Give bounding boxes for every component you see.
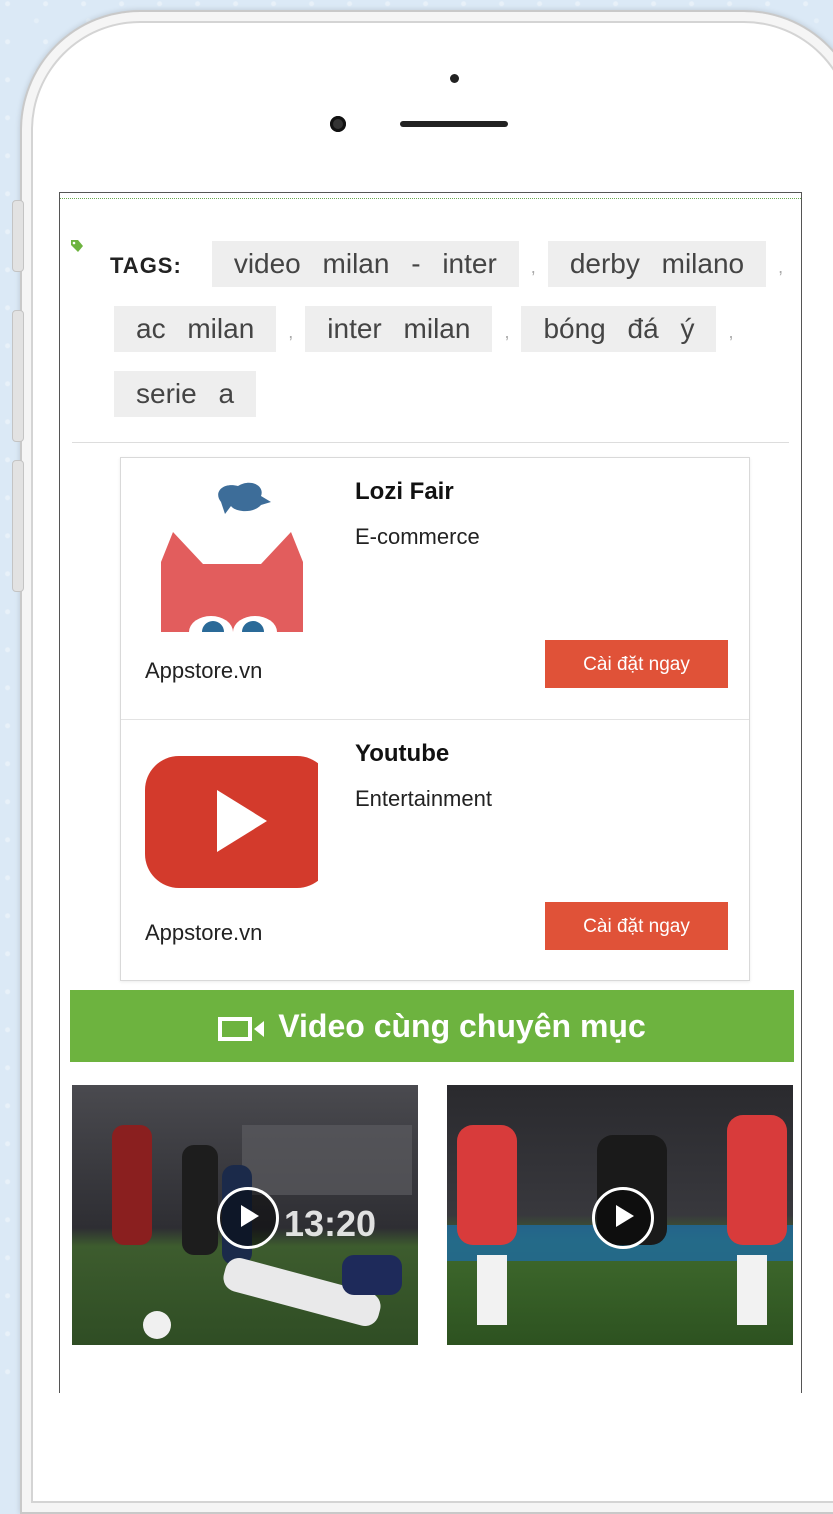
tags-label: TAGS:: [110, 253, 182, 278]
tag-separator: ,: [728, 322, 734, 342]
tag-link[interactable]: derby milano: [547, 241, 767, 287]
tag-separator: ,: [288, 322, 294, 342]
youtube-play-icon: [145, 756, 318, 888]
video-thumbnail[interactable]: 13:20: [72, 1085, 418, 1345]
tag-link[interactable]: bóng đá ý: [521, 306, 717, 352]
front-camera: [330, 116, 346, 132]
install-button[interactable]: Cài đặt ngay: [545, 640, 728, 688]
install-button[interactable]: Cài đặt ngay: [545, 902, 728, 950]
app-source: Appstore.vn: [145, 920, 263, 945]
app-ad-lozi[interactable]: Lozi Fair E-commerce Appstore.vn Cài đặt…: [121, 458, 749, 720]
tags-list: TAGS: video milan - inter, derby milano , ac…: [110, 233, 800, 425]
dotted-divider: [60, 198, 801, 199]
tag-link[interactable]: video milan - inter: [211, 241, 519, 287]
related-video-header: Video cùng chuyên mục: [70, 990, 794, 1062]
app-ads-box: Lozi Fair E-commerce Appstore.vn Cài đặt…: [120, 457, 750, 981]
play-icon[interactable]: [217, 1187, 279, 1249]
related-video-title: Video cùng chuyên mục: [278, 1008, 646, 1044]
app-name: Lozi Fair: [355, 478, 454, 505]
tag-separator: ,: [504, 322, 510, 342]
lozi-cat-icon: [161, 482, 303, 632]
app-category: Entertainment: [355, 786, 492, 811]
earpiece-speaker: [400, 121, 508, 127]
tag-link[interactable]: inter milan: [305, 306, 493, 352]
section-divider: [72, 442, 789, 443]
video-thumbnail[interactable]: [447, 1085, 793, 1345]
proximity-sensor: [450, 74, 459, 83]
app-ad-youtube[interactable]: Youtube Entertainment Appstore.vn Cài đặ…: [121, 720, 749, 981]
volume-up-button: [12, 310, 24, 442]
play-icon[interactable]: [592, 1187, 654, 1249]
phone-screen: TAGS: video milan - inter, derby milano , ac…: [59, 192, 802, 1393]
app-name: Youtube: [355, 740, 450, 767]
mute-switch: [12, 200, 24, 272]
tag-separator: ,: [530, 257, 536, 277]
tag-link[interactable]: ac milan: [114, 306, 277, 352]
app-source: Appstore.vn: [145, 658, 263, 683]
tag-link[interactable]: serie a: [114, 371, 257, 417]
scoreboard-text: 13:20: [284, 1203, 377, 1244]
app-category: E-commerce: [355, 524, 480, 549]
tag-separator: ,: [778, 257, 784, 277]
volume-down-button: [12, 460, 24, 592]
video-camera-icon: [218, 1016, 265, 1041]
tag-icon: [71, 240, 83, 252]
